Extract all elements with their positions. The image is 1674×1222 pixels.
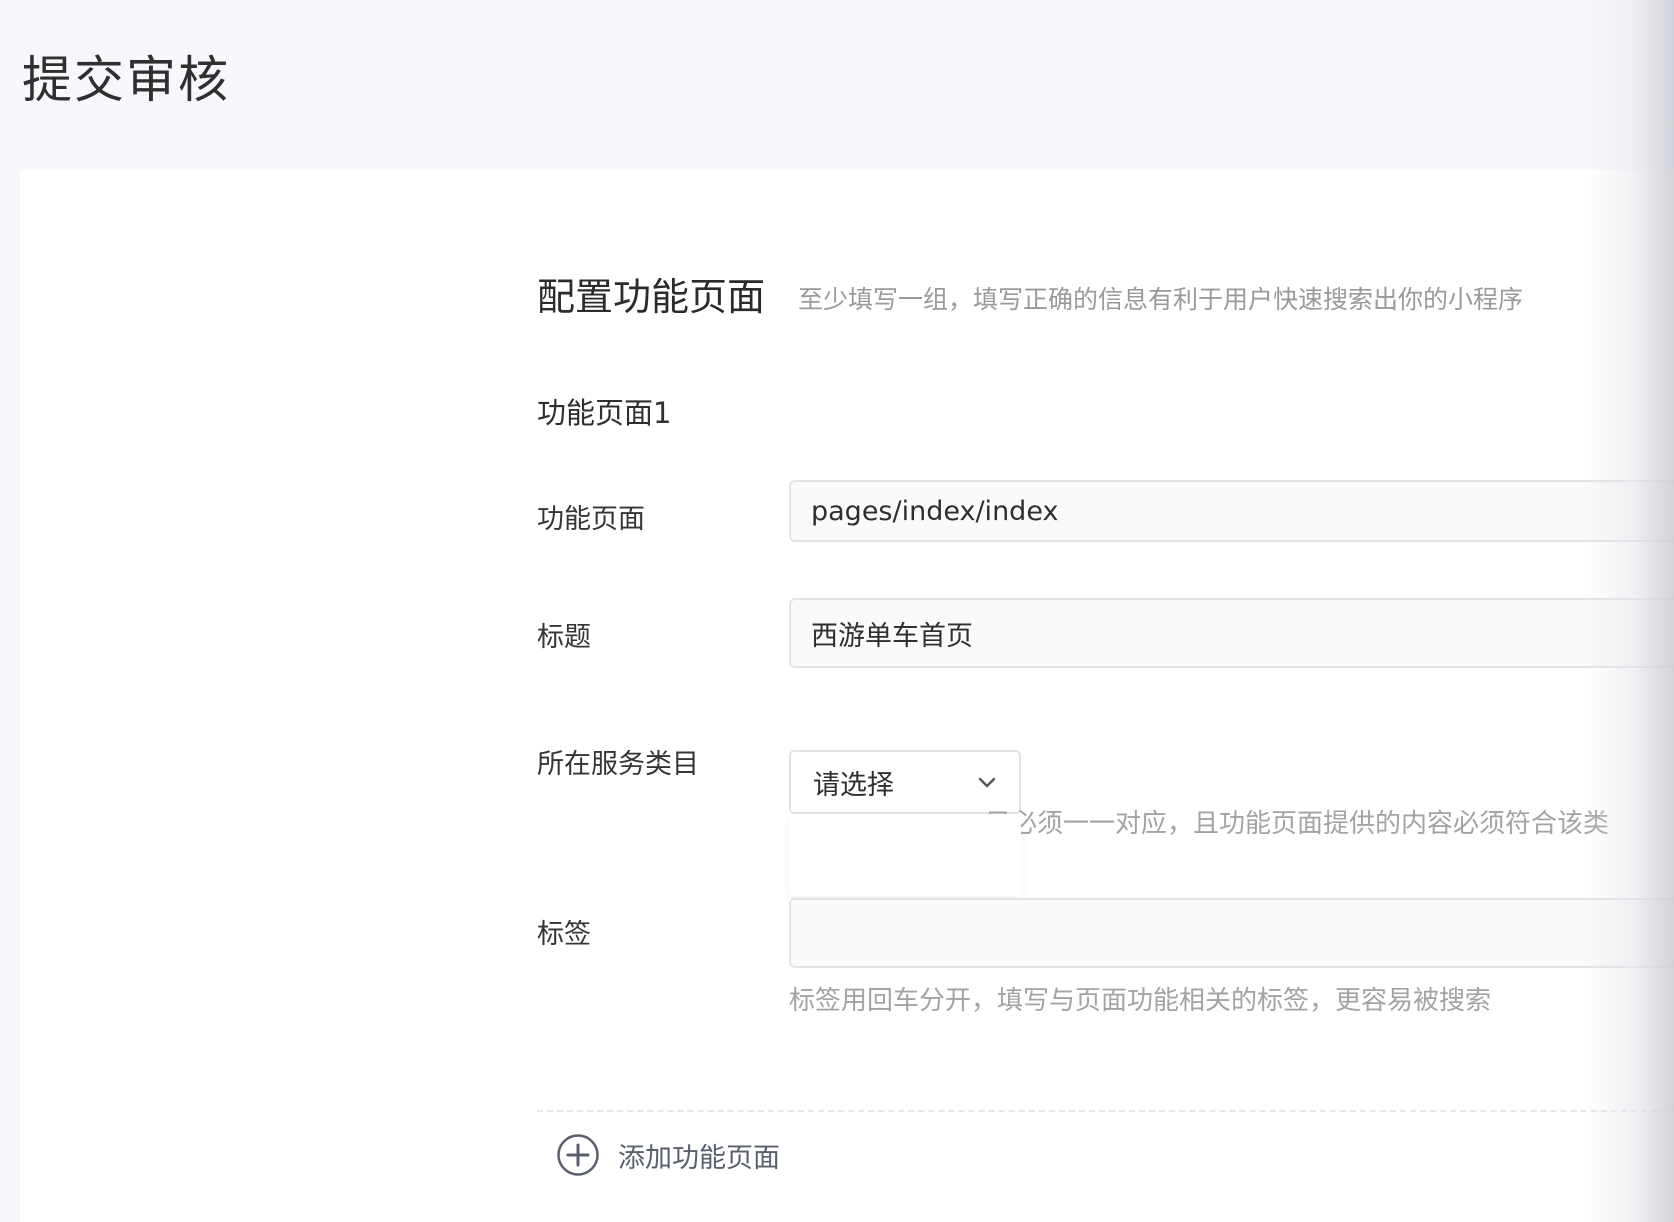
category-dropdown-menu[interactable] [789, 814, 1021, 896]
chevron-down-icon [978, 777, 996, 788]
section-title: 配置功能页面 [537, 275, 766, 319]
page-path-label: 功能页面 [537, 504, 645, 535]
add-page-label: 添加功能页面 [618, 1142, 780, 1174]
form-card [20, 170, 1674, 1222]
tags-label: 标签 [537, 919, 591, 950]
tags-hint: 标签用回车分开，填写与页面功能相关的标签，更容易被搜索 [789, 986, 1492, 1016]
category-label: 所在服务类目 [537, 749, 699, 780]
section-description: 至少填写一组，填写正确的信息有利于用户快速搜索出你的小程序 [798, 285, 1524, 314]
title-input[interactable]: 西游单车首页 [789, 598, 1674, 668]
category-hint: 目必须一一对应，且功能页面提供的内容必须符合该类 [985, 809, 1610, 839]
add-page-button[interactable]: 添加功能页面 [556, 1133, 780, 1177]
category-selected: 请选择 [813, 769, 894, 801]
tags-input[interactable] [789, 898, 1674, 968]
page-path-input[interactable]: pages/index/index [789, 480, 1674, 542]
title-value: 西游单车首页 [811, 620, 973, 652]
page-title: 提交审核 [22, 51, 230, 109]
page-path-value: pages/index/index [811, 495, 1059, 527]
group-title: 功能页面1 [537, 396, 672, 430]
title-label: 标题 [537, 622, 591, 653]
plus-circle-icon [557, 1134, 599, 1176]
divider [537, 1110, 1674, 1112]
